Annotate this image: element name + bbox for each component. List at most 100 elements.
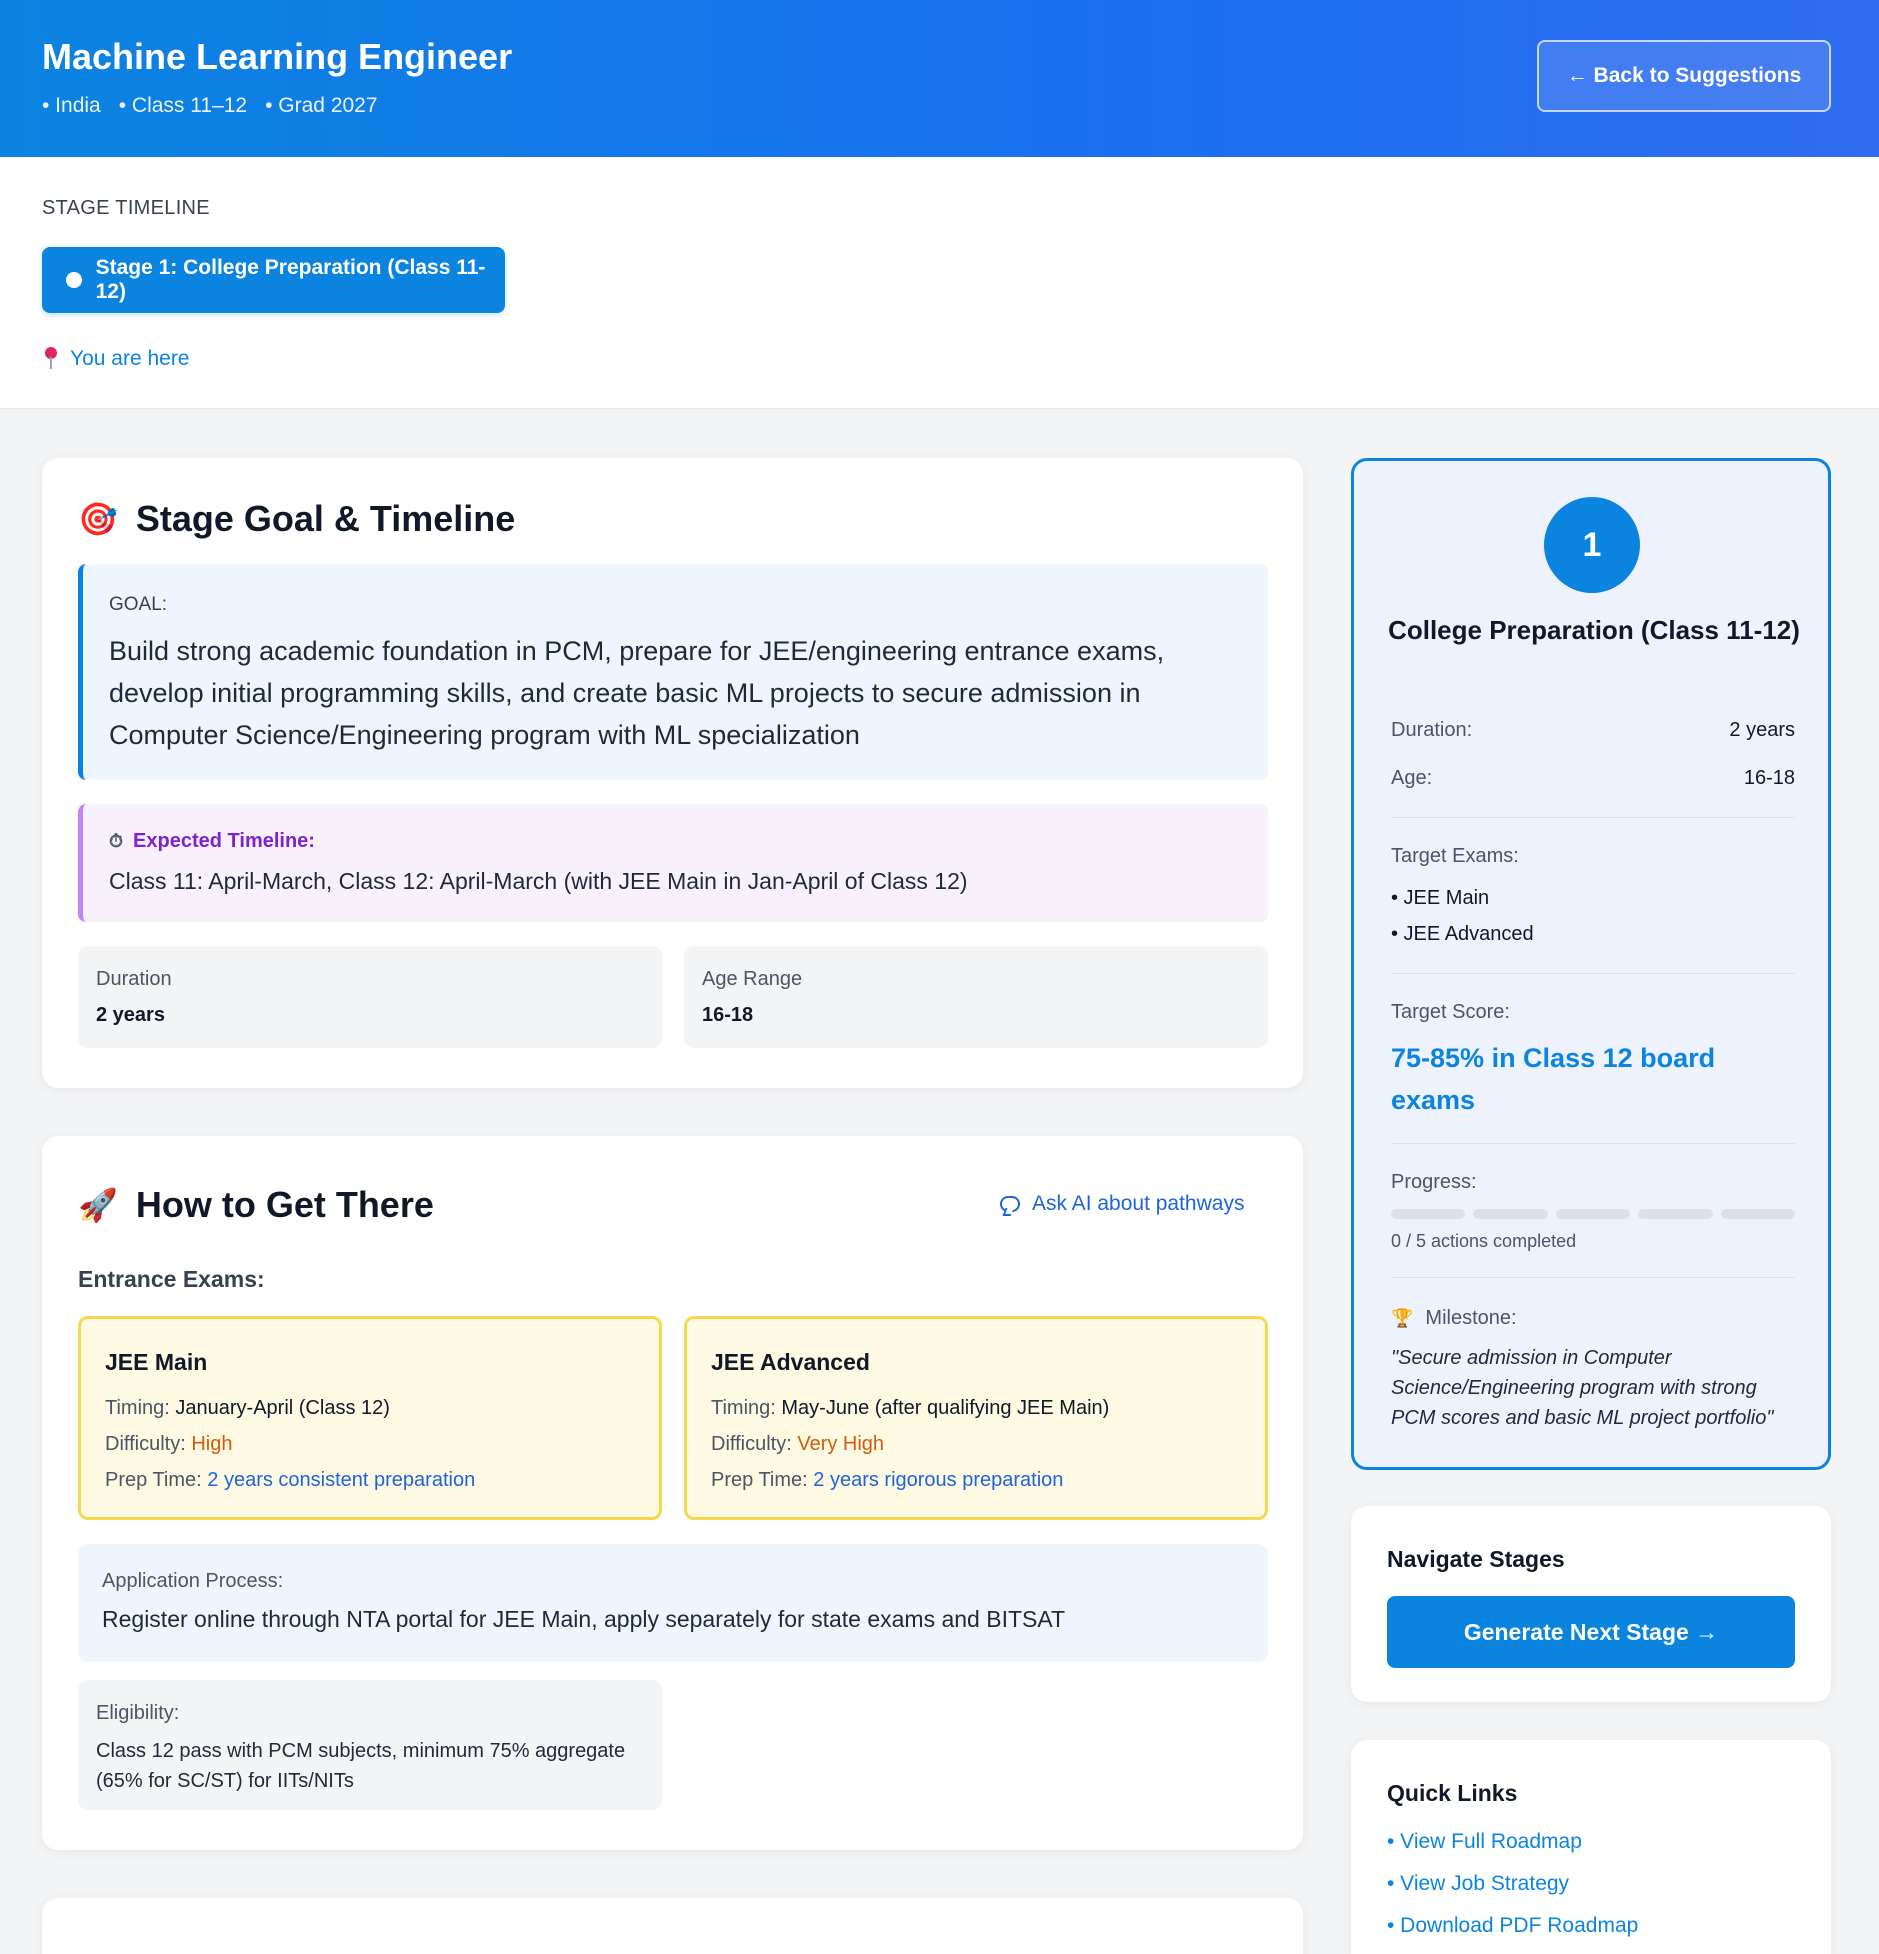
progress-segment bbox=[1391, 1209, 1466, 1219]
exam-card-jee-advanced: JEE Advanced Timing: May-June (after qua… bbox=[684, 1316, 1268, 1520]
expected-timeline-text: Class 11: April-March, Class 12: April-M… bbox=[109, 868, 968, 894]
back-to-suggestions-button[interactable]: ← Back to Suggestions bbox=[1537, 40, 1831, 112]
progress-segment bbox=[1555, 1209, 1631, 1219]
milestone-label: Milestone: bbox=[1425, 1307, 1517, 1329]
goal-label: GOAL: bbox=[109, 594, 168, 615]
page-header: Machine Learning Engineer • India • Clas… bbox=[0, 0, 1879, 157]
eligibility-label: Eligibility: bbox=[96, 1702, 180, 1724]
stage-duration-value: 2 years bbox=[1729, 719, 1795, 741]
stage-age-value: 16-18 bbox=[1743, 767, 1795, 789]
next-section-card bbox=[42, 1898, 1303, 1954]
timing-label: Timing: bbox=[711, 1397, 776, 1419]
current-stage-dot-icon bbox=[66, 272, 82, 288]
expected-timeline-label: ⏱ Expected Timeline: bbox=[109, 830, 315, 853]
view-job-strategy-link[interactable]: • View Job Strategy bbox=[1387, 1872, 1569, 1896]
duration-value: 2 years bbox=[96, 1004, 165, 1026]
you-are-here-indicator: You are here bbox=[42, 347, 190, 371]
quick-links-title: Quick Links bbox=[1387, 1780, 1518, 1806]
target-icon: 🎯 bbox=[78, 500, 118, 538]
exam-name: JEE Main bbox=[105, 1349, 208, 1375]
stage-name: College Preparation (Class 11-12) bbox=[1388, 615, 1800, 645]
how-to-get-there-card: 🚀 How to Get There Ask AI about pathways… bbox=[42, 1136, 1303, 1850]
progress-label: Progress: bbox=[1391, 1171, 1477, 1193]
stage-goal-heading: 🎯 Stage Goal & Timeline bbox=[78, 498, 515, 540]
divider bbox=[1391, 1143, 1795, 1144]
header-meta: • India • Class 11–12 • Grad 2027 bbox=[42, 94, 378, 118]
goal-box: GOAL: Build strong academic foundation i… bbox=[78, 564, 1268, 780]
exam-prep-time: Prep Time: 2 years rigorous preparation bbox=[711, 1469, 1063, 1492]
eligibility-box: Eligibility: Class 12 pass with PCM subj… bbox=[78, 1680, 662, 1810]
stage-duration-row: Duration: 2 years bbox=[1391, 719, 1795, 742]
divider bbox=[1391, 1277, 1795, 1278]
navigate-stages-card: Navigate Stages Generate Next Stage → bbox=[1351, 1506, 1831, 1702]
milestone-text: "Secure admission in Computer Science/En… bbox=[1391, 1347, 1774, 1429]
ask-ai-pathways-link[interactable]: Ask AI about pathways bbox=[1000, 1192, 1244, 1216]
target-exam-item: • JEE Advanced bbox=[1391, 923, 1534, 945]
meta-grad: • Grad 2027 bbox=[265, 94, 378, 117]
timing-label: Timing: bbox=[105, 1397, 170, 1419]
meta-country: • India bbox=[42, 94, 101, 117]
view-full-roadmap-link[interactable]: • View Full Roadmap bbox=[1387, 1830, 1582, 1854]
target-score-label: Target Score: bbox=[1391, 1001, 1510, 1023]
progress-text: 0 / 5 actions completed bbox=[1391, 1231, 1577, 1251]
trophy-icon: 🏆 bbox=[1391, 1308, 1414, 1329]
timing-value: May-June (after qualifying JEE Main) bbox=[781, 1397, 1110, 1419]
exam-prep-time: Prep Time: 2 years consistent preparatio… bbox=[105, 1469, 475, 1492]
timing-value: January-April (Class 12) bbox=[175, 1397, 390, 1419]
you-are-here-label: You are here bbox=[70, 347, 190, 370]
meta-class: • Class 11–12 bbox=[118, 94, 248, 117]
goal-text: Build strong academic foundation in PCM,… bbox=[109, 636, 1165, 750]
generate-next-stage-button[interactable]: Generate Next Stage → bbox=[1387, 1596, 1795, 1668]
target-exam-item: • JEE Main bbox=[1391, 887, 1490, 909]
exam-timing: Timing: January-April (Class 12) bbox=[105, 1397, 390, 1420]
target-score-value: 75-85% in Class 12 board exams bbox=[1391, 1043, 1716, 1115]
progress-segment bbox=[1720, 1209, 1796, 1219]
stage-duration-label: Duration: bbox=[1391, 719, 1473, 741]
stage-pill-label: Stage 1: College Preparation (Class 11-1… bbox=[95, 256, 486, 303]
application-process-box: Application Process: Register online thr… bbox=[78, 1544, 1268, 1662]
pin-icon bbox=[42, 347, 60, 371]
prep-time-value: 2 years consistent preparation bbox=[207, 1469, 476, 1491]
stage-timeline: STAGE TIMELINE Stage 1: College Preparat… bbox=[0, 157, 1879, 409]
download-pdf-roadmap-link[interactable]: • Download PDF Roadmap bbox=[1387, 1914, 1638, 1938]
age-range-value: 16-18 bbox=[702, 1004, 754, 1026]
target-exams-label: Target Exams: bbox=[1391, 845, 1519, 867]
how-to-get-there-heading: 🚀 How to Get There bbox=[78, 1184, 434, 1226]
stage-1-pill[interactable]: Stage 1: College Preparation (Class 11-1… bbox=[42, 247, 505, 313]
stage-goal-title: Stage Goal & Timeline bbox=[135, 498, 516, 539]
stage-goal-card: 🎯 Stage Goal & Timeline GOAL: Build stro… bbox=[42, 458, 1303, 1088]
exam-name: JEE Advanced bbox=[711, 1349, 870, 1375]
duration-label: Duration bbox=[96, 968, 172, 990]
how-to-get-there-title: How to Get There bbox=[135, 1184, 434, 1225]
progress-bar bbox=[1391, 1209, 1796, 1219]
rocket-icon: 🚀 bbox=[78, 1186, 118, 1224]
prep-time-label: Prep Time: bbox=[105, 1469, 202, 1491]
stage-age-row: Age: 16-18 bbox=[1391, 767, 1795, 790]
stage-number-badge: 1 bbox=[1544, 497, 1640, 593]
entrance-exams-label: Entrance Exams: bbox=[78, 1266, 265, 1292]
divider bbox=[1391, 973, 1795, 974]
age-range-label: Age Range bbox=[702, 968, 803, 990]
page-title: Machine Learning Engineer bbox=[42, 36, 513, 77]
current-stage-summary-card: 1 College Preparation (Class 11-12) Dura… bbox=[1351, 458, 1831, 1470]
stage-timeline-label: STAGE TIMELINE bbox=[42, 197, 210, 219]
ask-ai-label: Ask AI about pathways bbox=[1032, 1192, 1245, 1215]
exam-difficulty: Difficulty: High bbox=[105, 1433, 232, 1456]
prep-time-value: 2 years rigorous preparation bbox=[813, 1469, 1064, 1491]
divider bbox=[1391, 817, 1795, 818]
duration-stat: Duration 2 years bbox=[78, 946, 662, 1048]
progress-segment bbox=[1638, 1209, 1713, 1219]
difficulty-value: Very High bbox=[797, 1433, 885, 1455]
age-range-stat: Age Range 16-18 bbox=[684, 946, 1268, 1048]
eligibility-text: Class 12 pass with PCM subjects, minimum… bbox=[96, 1740, 626, 1792]
stopwatch-icon: ⏱ bbox=[109, 831, 124, 852]
prep-time-label: Prep Time: bbox=[711, 1469, 808, 1491]
milestone-label-row: 🏆 Milestone: bbox=[1391, 1307, 1517, 1330]
difficulty-label: Difficulty: bbox=[711, 1433, 792, 1455]
application-process-label: Application Process: bbox=[102, 1570, 284, 1592]
application-process-text: Register online through NTA portal for J… bbox=[102, 1606, 1066, 1632]
exam-difficulty: Difficulty: Very High bbox=[711, 1433, 884, 1456]
navigate-stages-title: Navigate Stages bbox=[1387, 1546, 1565, 1572]
chat-bubble-icon bbox=[1000, 1196, 1020, 1212]
difficulty-value: High bbox=[191, 1433, 233, 1455]
